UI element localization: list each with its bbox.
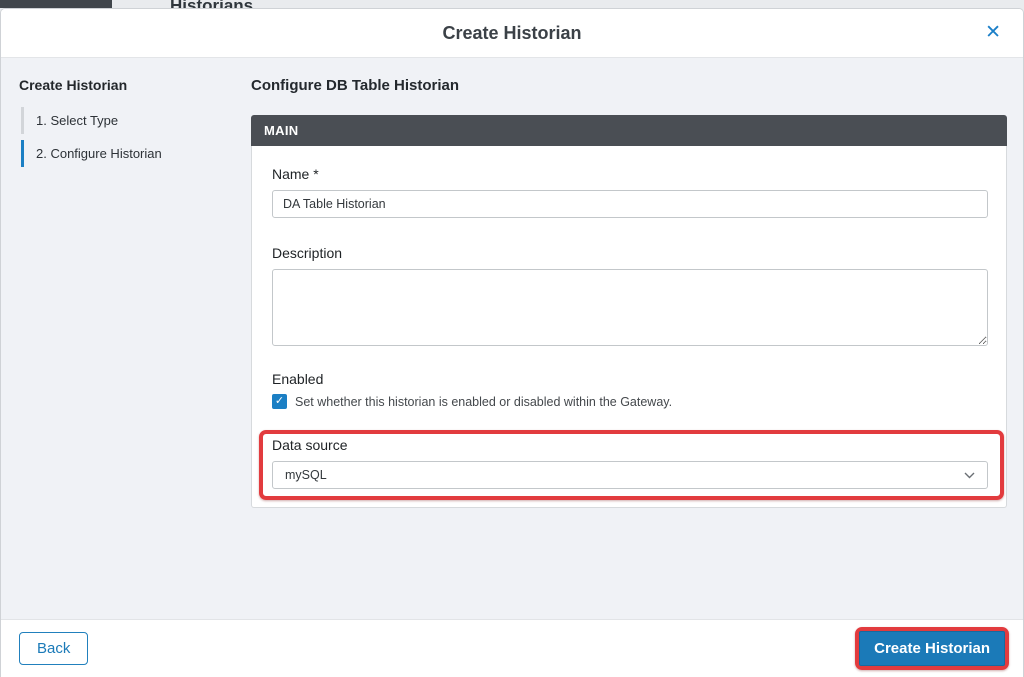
enabled-checkbox[interactable]: ✓ bbox=[272, 394, 287, 409]
modal-body: Create Historian 1. Select Type 2. Confi… bbox=[1, 58, 1023, 619]
annotation-box-create-button: Create Historian bbox=[855, 627, 1009, 670]
data-source-value: mySQL bbox=[285, 468, 327, 482]
wizard-step-configure-historian[interactable]: 2. Configure Historian bbox=[21, 140, 251, 167]
create-historian-modal: Create Historian ✕ Create Historian 1. S… bbox=[0, 8, 1024, 677]
name-input[interactable] bbox=[272, 190, 988, 218]
section-header-main: MAIN bbox=[251, 115, 1007, 146]
name-field-group: Name * bbox=[272, 166, 988, 218]
enabled-label: Enabled bbox=[272, 371, 324, 387]
back-button[interactable]: Back bbox=[19, 632, 89, 665]
annotation-box-data-source: Data source mySQL bbox=[259, 430, 1004, 500]
enabled-checkbox-row: ✓ Set whether this historian is enabled … bbox=[272, 394, 988, 409]
data-source-label: Data source bbox=[272, 437, 348, 453]
modal-header: Create Historian ✕ bbox=[1, 9, 1023, 58]
wizard-step-select-type[interactable]: 1. Select Type bbox=[21, 107, 251, 134]
wizard-heading: Create Historian bbox=[19, 77, 128, 93]
description-field-group: Description bbox=[272, 245, 988, 346]
modal-title: Create Historian bbox=[442, 22, 582, 43]
enabled-field-group: Enabled ✓ Set whether this historian is … bbox=[272, 371, 988, 409]
background-page-title: Historians bbox=[170, 0, 253, 8]
modal-footer: Back Create Historian bbox=[1, 619, 1023, 677]
create-historian-button[interactable]: Create Historian bbox=[859, 631, 1005, 666]
configure-content: Configure DB Table Historian MAIN Name *… bbox=[251, 58, 1023, 619]
description-label: Description bbox=[272, 245, 343, 261]
background-sidebar bbox=[0, 0, 112, 8]
section-panel-main: Name * Description Enabled ✓ Set whether… bbox=[251, 146, 1007, 508]
page-title: Configure DB Table Historian bbox=[251, 77, 460, 94]
chevron-down-icon bbox=[964, 472, 975, 479]
data-source-select[interactable]: mySQL bbox=[272, 461, 988, 489]
close-icon[interactable]: ✕ bbox=[985, 22, 1001, 44]
enabled-help-text: Set whether this historian is enabled or… bbox=[295, 394, 673, 409]
description-textarea[interactable] bbox=[272, 269, 988, 346]
background-page-strip: Historians bbox=[0, 0, 1024, 8]
name-label: Name * bbox=[272, 166, 319, 182]
wizard-nav: Create Historian 1. Select Type 2. Confi… bbox=[1, 58, 251, 619]
background-page-title-text: Historians bbox=[170, 0, 253, 8]
